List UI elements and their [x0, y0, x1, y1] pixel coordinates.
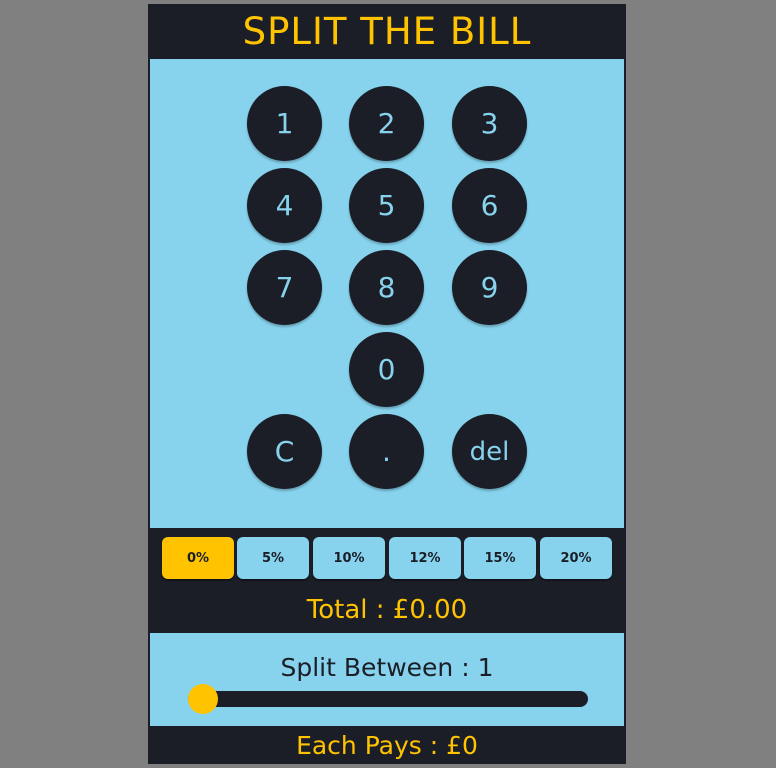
key-1[interactable]: 1	[247, 86, 322, 161]
tip-0-button[interactable]: 0%	[162, 537, 234, 579]
tip-12-button[interactable]: 12%	[389, 537, 461, 579]
split-bill-app: SPLIT THE BILL 1 2 3 4 5 6 7 8 9 0 C . d…	[148, 4, 626, 764]
key-6[interactable]: 6	[452, 168, 527, 243]
split-slider-thumb[interactable]	[188, 684, 218, 714]
app-title: SPLIT THE BILL	[242, 10, 532, 53]
key-7[interactable]: 7	[247, 250, 322, 325]
keypad: 1 2 3 4 5 6 7 8 9 0 C . del	[150, 59, 624, 528]
tip-15-button[interactable]: 15%	[464, 537, 536, 579]
key-5[interactable]: 5	[349, 168, 424, 243]
each-pays-amount: Each Pays : £0	[296, 730, 478, 760]
split-slider[interactable]	[188, 684, 588, 714]
key-9[interactable]: 9	[452, 250, 527, 325]
split-panel: Split Between : 1	[150, 633, 624, 726]
tip-20-button[interactable]: 20%	[540, 537, 612, 579]
key-8[interactable]: 8	[349, 250, 424, 325]
tip-selector: 0% 5% 10% 12% 15% 20%	[148, 528, 626, 588]
total-amount: Total : £0.00	[306, 595, 468, 625]
key-4[interactable]: 4	[247, 168, 322, 243]
clear-button[interactable]: C	[247, 414, 322, 489]
key-0[interactable]: 0	[349, 332, 424, 407]
split-between-label: Split Between : 1	[280, 652, 494, 682]
delete-button[interactable]: del	[452, 414, 527, 489]
tip-5-button[interactable]: 5%	[237, 537, 309, 579]
key-3[interactable]: 3	[452, 86, 527, 161]
key-2[interactable]: 2	[349, 86, 424, 161]
tip-10-button[interactable]: 10%	[313, 537, 385, 579]
decimal-point-button[interactable]: .	[349, 414, 424, 489]
